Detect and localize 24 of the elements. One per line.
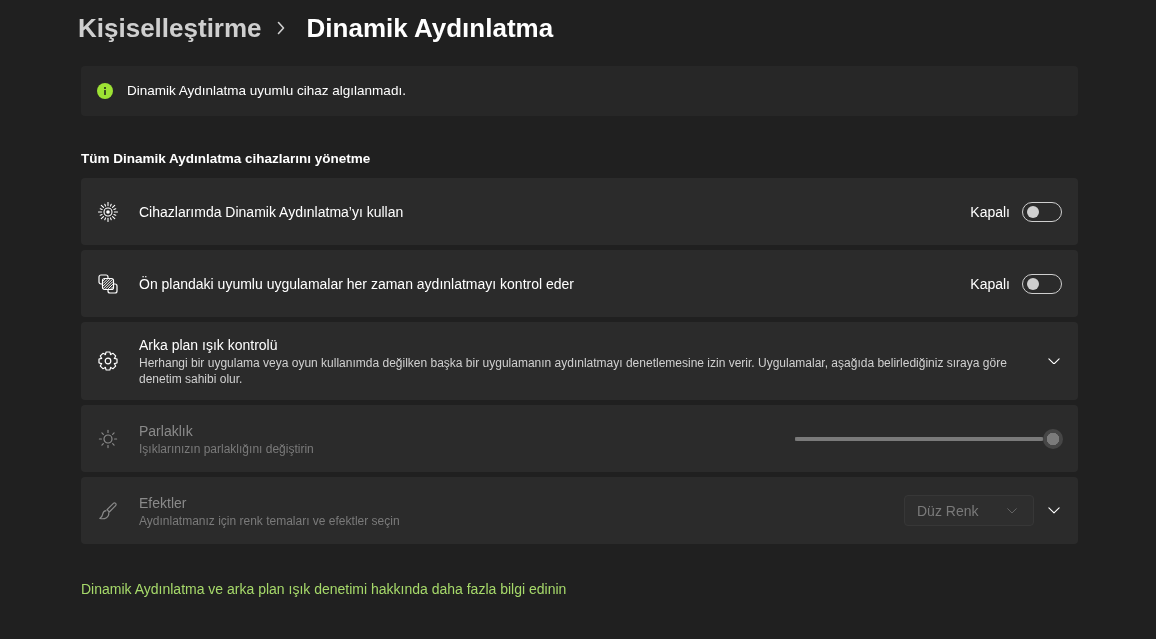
info-message: Dinamik Aydınlatma uyumlu cihaz algılanmadı.	[127, 82, 406, 100]
setting-description: Aydınlatmanız için renk temaları ve efektler seçin	[139, 512, 400, 529]
brush-icon	[98, 500, 118, 521]
toggle-state-label: Kapalı	[970, 202, 1010, 222]
page-title: Dinamik Aydınlatma	[306, 12, 554, 45]
setting-title: Cihazlarımda Dinamik Aydınlatma’yı kullan	[139, 202, 404, 222]
sun-icon	[98, 428, 118, 449]
light-burst-icon	[98, 201, 118, 222]
learn-more-link[interactable]: Dinamik Aydınlatma ve arka plan ışık denetimi hakkında daha fazla bilgi edinin	[81, 579, 567, 599]
section-heading: Tüm Dinamik Aydınlatma cihazlarını yönetme	[81, 150, 372, 168]
settings-icon	[98, 351, 118, 371]
setting-description: Herhangi bir uygulama veya oyun kullanımda değilken başka bir uygulamanın aydınlatmayı denetlemesine izin verir. Uygulamalar, aşağıda belirlediğiniz sıraya göre denetim sahibi olur.	[139, 355, 1008, 387]
setting-title: Ön plandaki uyumlu uygulamalar her zaman aydınlatmayı kontrol eder	[139, 274, 574, 294]
caret-icon	[1007, 507, 1017, 514]
toggle-state-label: Kapalı	[970, 274, 1010, 294]
chevron-down-icon[interactable]	[1048, 357, 1060, 365]
overlapping-squares-icon	[98, 273, 118, 294]
setting-title: Parlaklık	[139, 421, 193, 441]
info-icon	[97, 83, 113, 99]
setting-description: Işıklarınızın parlaklığını değiştirin	[139, 440, 314, 457]
setting-title: Arka plan ışık kontrolü	[139, 336, 278, 355]
breadcrumb-link[interactable]: Kişiselleştirme	[78, 11, 262, 45]
chevron-right-icon	[276, 21, 285, 35]
setting-title: Efektler	[139, 493, 187, 513]
